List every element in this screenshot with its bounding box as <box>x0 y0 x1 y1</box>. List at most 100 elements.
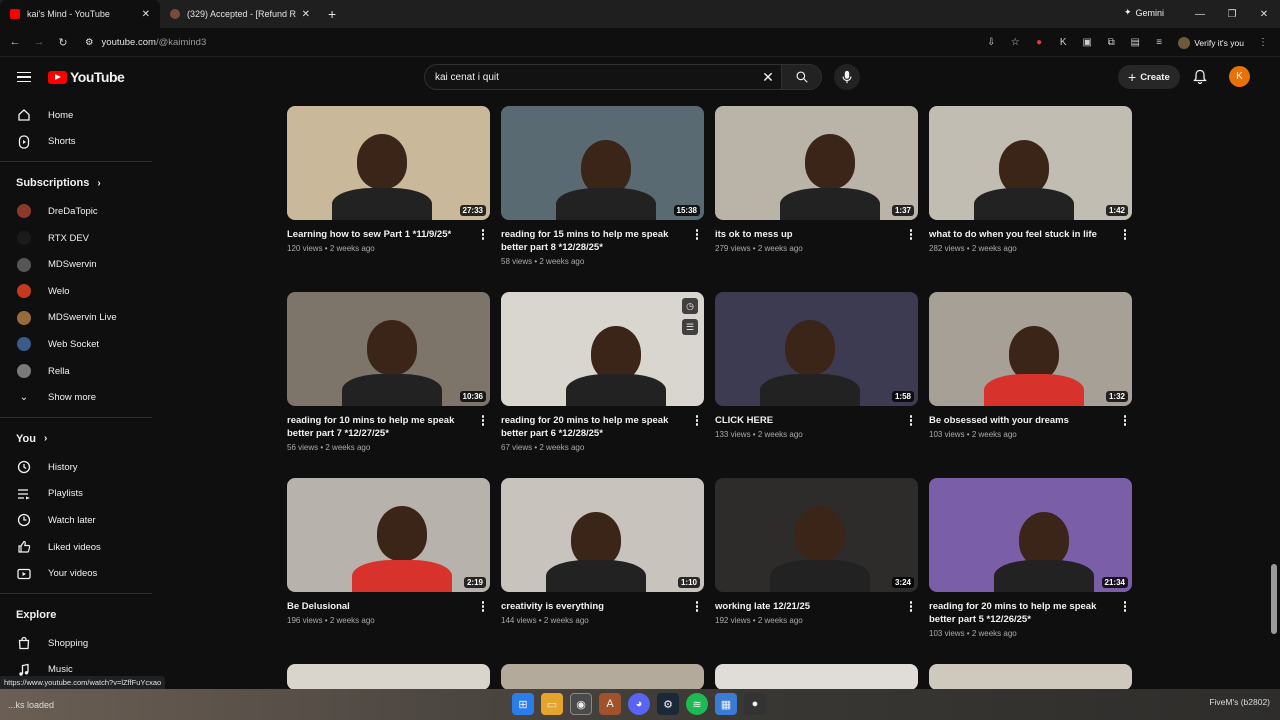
sidebar-item-home[interactable]: Home <box>0 102 158 129</box>
video-thumbnail[interactable]: 1:42 <box>929 106 1132 220</box>
media-control-icon[interactable]: ≡ <box>1148 37 1170 48</box>
subscriptions-heading[interactable]: Subscriptions › <box>0 168 158 198</box>
scrollbar-thumb[interactable] <box>1271 564 1277 634</box>
spotify-icon[interactable]: ≋ <box>686 693 708 715</box>
video-menu-icon[interactable] <box>1120 415 1130 426</box>
video-menu-icon[interactable] <box>478 601 488 612</box>
minimize-icon[interactable]: — <box>1184 9 1216 20</box>
show-more-button[interactable]: ⌄ Show more <box>0 384 158 411</box>
video-title[interactable]: Be obsessed with your dreams <box>929 414 1117 427</box>
sidebar-item-channel[interactable]: MDSwervin <box>0 251 158 278</box>
video-thumbnail[interactable]: 1:58 <box>715 292 918 406</box>
reading-mode-icon[interactable]: ▤ <box>1124 37 1146 48</box>
maximize-icon[interactable]: ❐ <box>1216 9 1248 20</box>
watch-later-icon[interactable]: ◷ <box>682 298 698 314</box>
app-grid-icon[interactable]: ▦ <box>715 693 737 715</box>
site-info-icon[interactable]: ⚙ <box>85 37 94 48</box>
video-card[interactable]: 21:34 reading for 20 mins to help me spea… <box>929 478 1132 638</box>
video-card[interactable]: 2:19 Be Delusional 196 views • 2 weeks ago <box>287 478 490 625</box>
video-title[interactable]: reading for 20 mins to help me speak bet… <box>501 414 689 440</box>
video-menu-icon[interactable] <box>478 229 488 240</box>
video-title[interactable]: its ok to mess up <box>715 228 903 241</box>
video-card[interactable]: 1:10 creativity is everything 144 views • … <box>501 478 704 625</box>
video-thumbnail[interactable]: 1:10 <box>501 478 704 592</box>
bookmark-star-icon[interactable]: ☆ <box>1004 37 1026 48</box>
voice-search-button[interactable] <box>834 64 860 90</box>
video-card[interactable]: 1:32 Be obsessed with your dreams 103 view… <box>929 292 1132 439</box>
search-button[interactable] <box>781 65 821 89</box>
account-avatar[interactable]: K <box>1229 66 1250 87</box>
browser-tab[interactable]: (329) Accepted - [Refund Reque ✕ <box>160 0 320 28</box>
video-thumbnail[interactable]: 10:36 <box>287 292 490 406</box>
video-thumbnail[interactable]: 27:33 <box>287 106 490 220</box>
page-scrollbar[interactable] <box>1268 57 1280 689</box>
video-menu-icon[interactable] <box>692 415 702 426</box>
video-card[interactable]: 1:58 CLICK HERE 133 views • 2 weeks ago <box>715 292 918 439</box>
new-tab-button[interactable]: + <box>320 6 344 22</box>
video-thumbnail-partial[interactable] <box>929 664 1132 690</box>
video-card[interactable]: 10:36 reading for 10 mins to help me spea… <box>287 292 490 452</box>
video-thumbnail[interactable]: 2:19 <box>287 478 490 592</box>
reload-icon[interactable]: ↻ <box>51 36 75 49</box>
app-red-dot-icon[interactable]: ● <box>744 693 766 715</box>
video-title[interactable]: reading for 15 mins to help me speak bet… <box>501 228 689 254</box>
video-thumbnail[interactable]: ◷ ☰ <box>501 292 704 406</box>
steam-icon[interactable]: ⚙ <box>657 693 679 715</box>
create-button[interactable]: + Create <box>1118 65 1180 89</box>
video-title[interactable]: reading for 10 mins to help me speak bet… <box>287 414 475 440</box>
video-card[interactable]: ◷ ☰ reading for 20 mins to help me speak b… <box>501 292 704 452</box>
sidebar-item-liked-videos[interactable]: Liked videos <box>0 534 158 561</box>
sidebar-item-your-videos[interactable]: Your videos <box>0 560 158 587</box>
video-menu-icon[interactable] <box>906 601 916 612</box>
chrome-icon[interactable]: ◉ <box>570 693 592 715</box>
file-explorer-icon[interactable]: ▭ <box>541 693 563 715</box>
sidebar-item-channel[interactable]: DreDaTopic <box>0 198 158 225</box>
notifications-button[interactable] <box>1193 69 1207 89</box>
video-card[interactable]: 15:38 reading for 15 mins to help me spea… <box>501 106 704 266</box>
video-menu-icon[interactable] <box>1120 229 1130 240</box>
url-field[interactable]: ⚙ youtube.com/@kaimind3 <box>85 37 206 48</box>
video-menu-icon[interactable] <box>1120 601 1130 612</box>
video-card[interactable]: 1:37 its ok to mess up 279 views • 2 weeks… <box>715 106 918 253</box>
install-app-icon[interactable]: ⇩ <box>980 37 1002 48</box>
video-menu-icon[interactable] <box>478 415 488 426</box>
verify-profile-button[interactable]: Verify it's you <box>1172 36 1250 49</box>
sidebar-item-channel[interactable]: Web Socket <box>0 331 158 358</box>
video-thumbnail[interactable]: 1:32 <box>929 292 1132 406</box>
app-icon[interactable]: A <box>599 693 621 715</box>
sidebar-item-playlists[interactable]: Playlists <box>0 481 158 508</box>
video-title[interactable]: reading for 20 mins to help me speak bet… <box>929 600 1117 626</box>
video-menu-icon[interactable] <box>906 415 916 426</box>
sidebar-item-shorts[interactable]: Shorts <box>0 129 158 156</box>
close-tab-icon[interactable]: ✕ <box>302 9 310 20</box>
video-card[interactable]: 27:33 Learning how to sew Part 1 *11/9/25… <box>287 106 490 253</box>
video-title[interactable]: creativity is everything <box>501 600 689 613</box>
video-title[interactable]: CLICK HERE <box>715 414 903 427</box>
video-thumbnail[interactable]: 21:34 <box>929 478 1132 592</box>
you-heading[interactable]: You › <box>0 424 158 454</box>
video-title[interactable]: Be Delusional <box>287 600 475 613</box>
sidebar-item-history[interactable]: History <box>0 454 158 481</box>
browser-menu-icon[interactable]: ⋮ <box>1252 37 1274 48</box>
forward-icon[interactable]: → <box>27 36 51 48</box>
clear-search-icon[interactable]: ✕ <box>755 69 781 86</box>
sidebar-item-shopping[interactable]: Shopping <box>0 630 158 657</box>
video-menu-icon[interactable] <box>692 229 702 240</box>
extensions-puzzle-icon[interactable]: ⧉ <box>1100 37 1122 48</box>
video-thumbnail-partial[interactable] <box>287 664 490 690</box>
sidebar-item-channel[interactable]: MDSwervin Live <box>0 305 158 332</box>
sidebar-item-channel[interactable]: Welo <box>0 278 158 305</box>
sidebar-item-channel[interactable]: RTX DEV <box>0 225 158 252</box>
browser-tab-active[interactable]: kai's Mind - YouTube ✕ <box>0 0 160 28</box>
video-card[interactable]: 1:42 what to do when you feel stuck in li… <box>929 106 1132 253</box>
video-thumbnail-partial[interactable] <box>501 664 704 690</box>
video-card[interactable]: 3:24 working late 12/21/25 192 views • 2 w… <box>715 478 918 625</box>
extension-red-icon[interactable]: ● <box>1028 37 1050 48</box>
extension-k-icon[interactable]: K <box>1052 37 1074 48</box>
video-thumbnail[interactable]: 15:38 <box>501 106 704 220</box>
youtube-logo[interactable]: YouTube <box>48 69 125 85</box>
gemini-button[interactable]: ✦ Gemini <box>1124 7 1164 18</box>
add-to-queue-icon[interactable]: ☰ <box>682 319 698 335</box>
video-title[interactable]: what to do when you feel stuck in life <box>929 228 1117 241</box>
sidebar-item-channel[interactable]: Rella <box>0 358 158 385</box>
